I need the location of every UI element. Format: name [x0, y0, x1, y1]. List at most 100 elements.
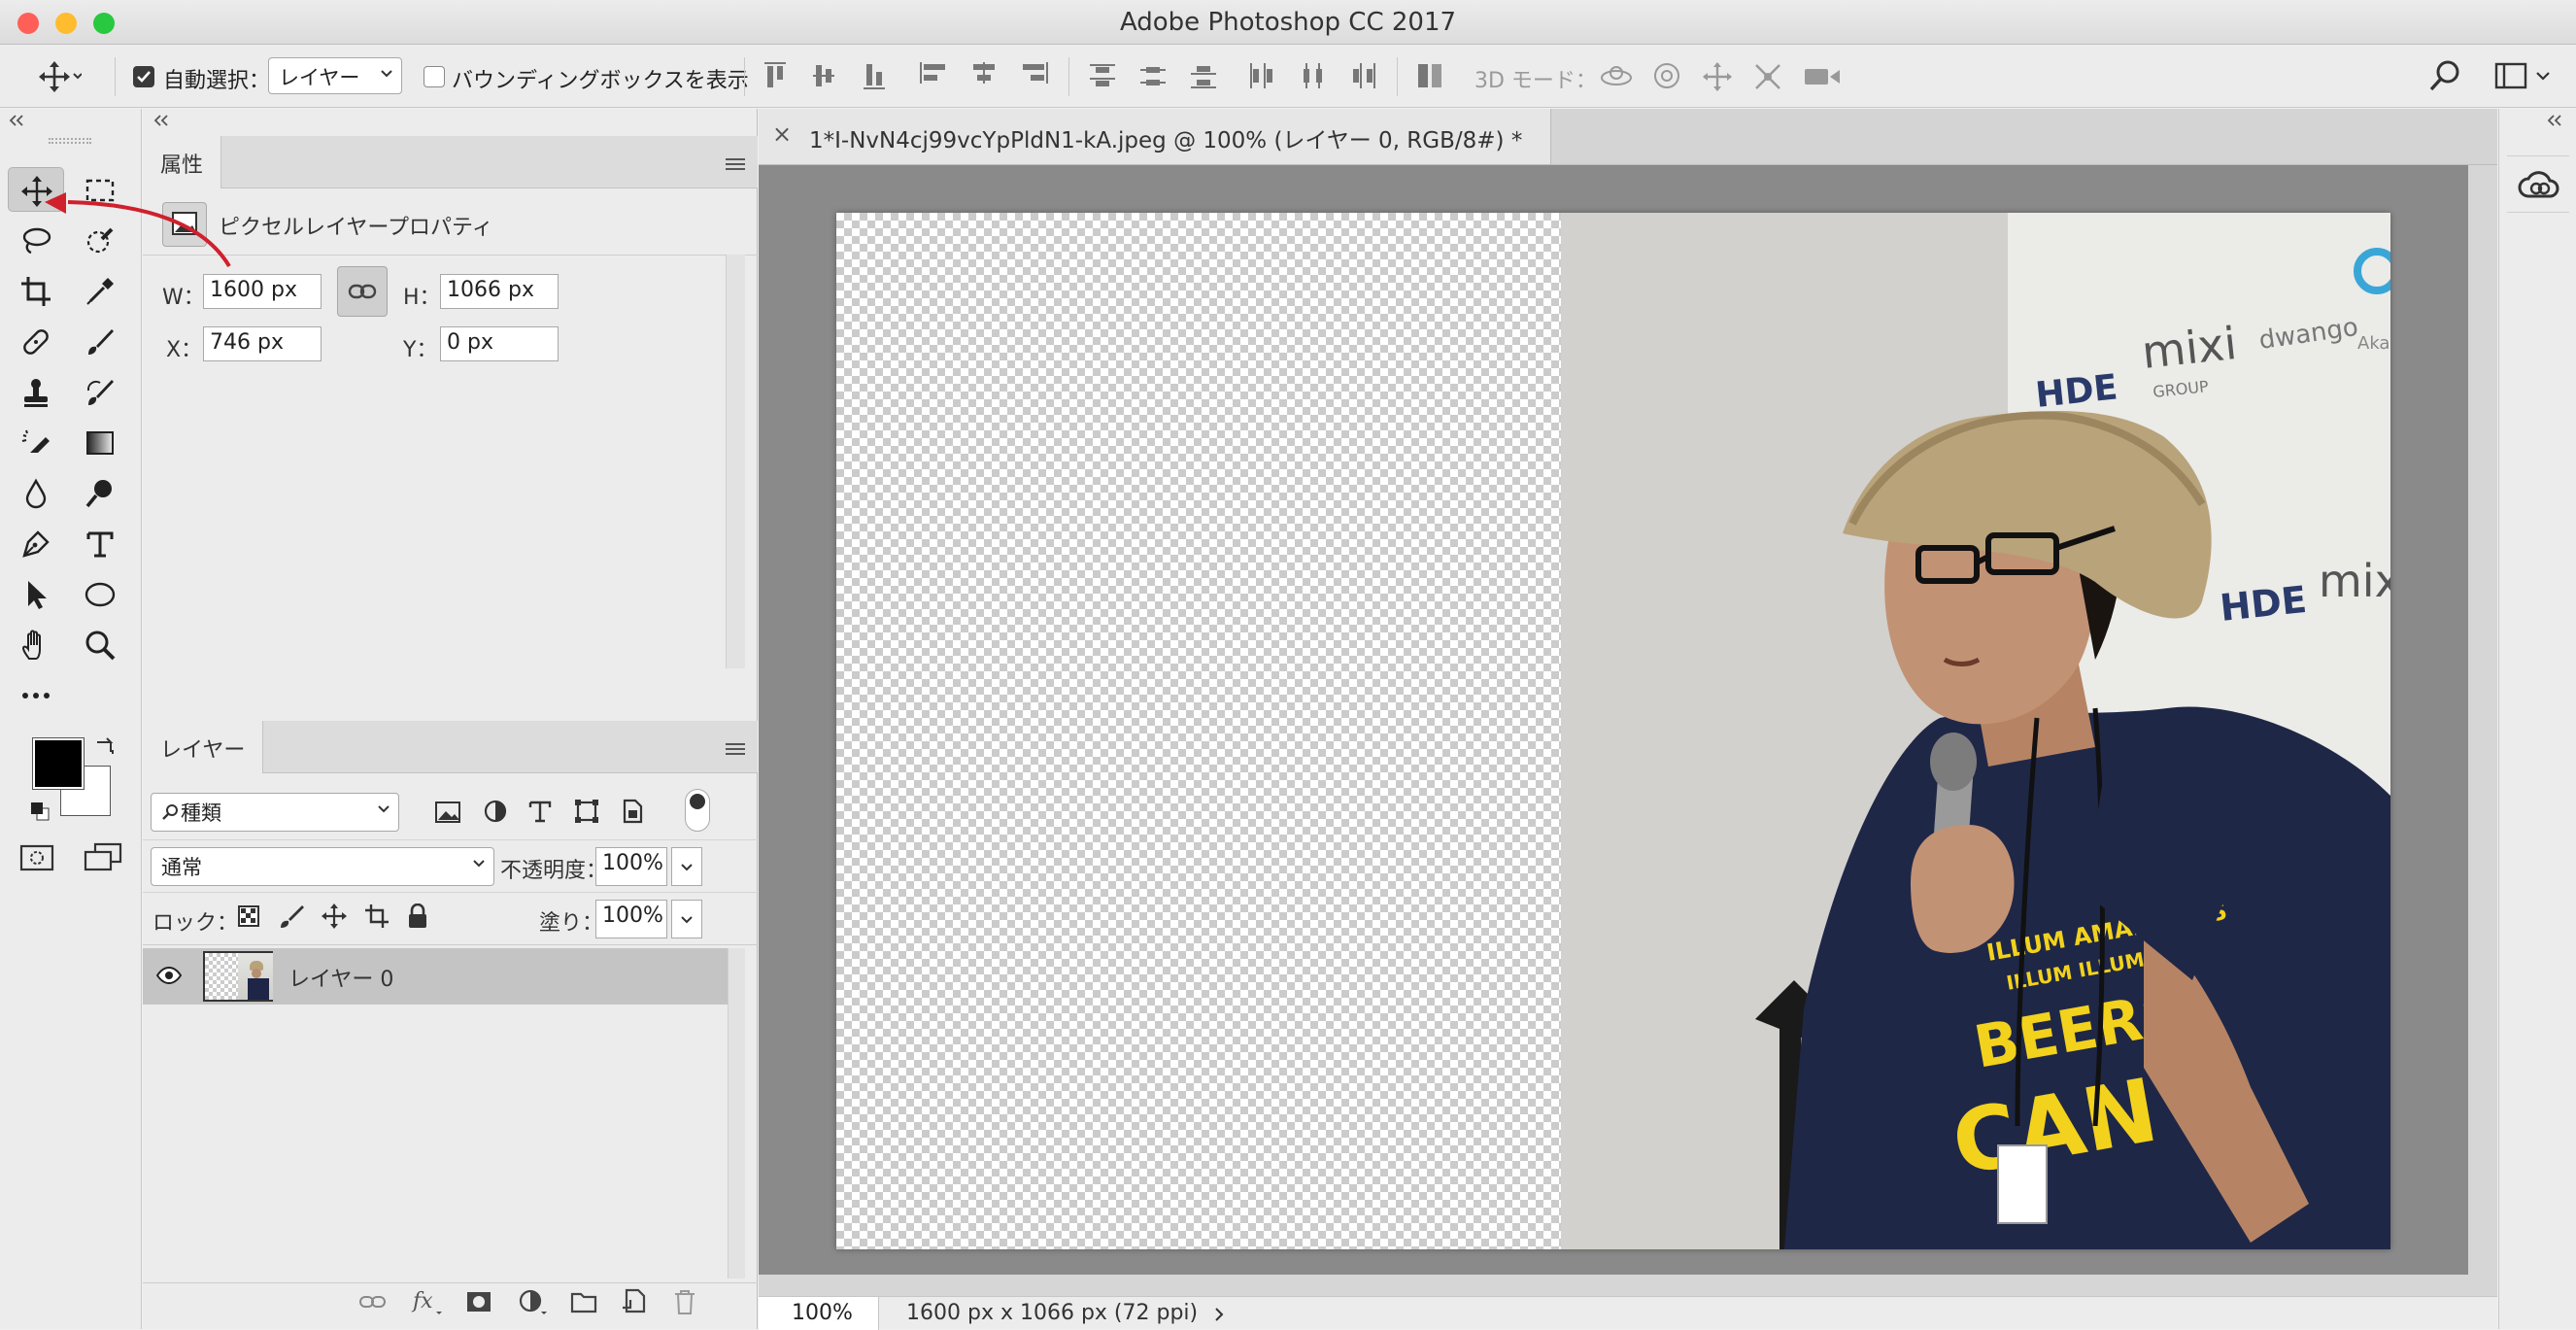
document-title: 1*I-NvN4cj99vcYpPldN1-kA.jpeg @ 100% (レイ… [809, 128, 1523, 153]
align-horizontal-center-icon[interactable] [969, 61, 999, 85]
auto-select-checkbox[interactable] [133, 66, 154, 87]
opacity-dropdown-button[interactable] [671, 847, 702, 886]
3d-pan-icon[interactable] [1702, 61, 1733, 92]
3d-orbit-icon[interactable] [1599, 61, 1634, 90]
distribute-bottom-icon[interactable] [1189, 61, 1218, 90]
document-tab[interactable]: × 1*I-NvN4cj99vcYpPldN1-kA.jpeg @ 100% (… [759, 109, 1551, 165]
link-layers-icon[interactable] [358, 1292, 388, 1312]
layer-row[interactable]: レイヤー 0 [143, 948, 728, 1005]
3d-camera-icon[interactable] [1803, 61, 1842, 90]
document-canvas[interactable]: mixi GROUP dwango HDE HDE mixi Akat Akat… [836, 213, 2390, 1249]
auto-select-target-dropdown[interactable]: レイヤー [268, 57, 402, 94]
3d-roll-icon[interactable] [1651, 61, 1682, 90]
lock-all-icon[interactable] [407, 904, 428, 929]
default-colors-icon[interactable] [29, 801, 51, 822]
panel-grip[interactable] [49, 138, 91, 144]
panel-menu-icon[interactable] [725, 742, 746, 756]
move-tool-preset-icon[interactable] [39, 61, 82, 92]
spot-healing-brush-tool[interactable] [8, 319, 64, 363]
panels-column: 属性 ピクセルレイヤープロパティ W： 1600 px H： 1066 px X… [143, 109, 758, 1329]
x-position-field[interactable]: 746 px [203, 326, 322, 361]
filter-pixel-layers-icon[interactable] [434, 801, 461, 824]
screen-mode-icon[interactable] [84, 841, 122, 872]
opacity-field[interactable]: 100% [595, 847, 667, 886]
hand-tool[interactable] [8, 622, 64, 666]
blur-tool[interactable] [8, 470, 64, 515]
quick-mask-icon[interactable] [19, 843, 54, 872]
align-vertical-center-icon[interactable] [812, 61, 835, 90]
distribute-right-icon[interactable] [1348, 61, 1377, 90]
height-field[interactable]: 1066 px [440, 274, 559, 309]
auto-select-label: 自動選択： [163, 69, 271, 93]
edit-toolbar-button[interactable] [8, 672, 64, 717]
close-document-button[interactable]: × [772, 120, 792, 148]
ellipse-tool[interactable] [72, 571, 128, 616]
blend-mode-value: 通常 [161, 856, 202, 879]
new-adjustment-layer-icon[interactable] [518, 1288, 547, 1315]
delete-layer-icon[interactable] [673, 1288, 696, 1315]
add-layer-mask-icon[interactable] [465, 1290, 492, 1313]
lock-artboard-icon[interactable] [364, 904, 390, 929]
filter-smart-objects-icon[interactable] [621, 799, 644, 824]
pen-tool[interactable] [8, 521, 64, 565]
chevron-right-icon[interactable] [1213, 1307, 1225, 1322]
distribute-horizontal-center-icon[interactable] [1298, 61, 1327, 90]
layers-scrollbar[interactable] [728, 948, 745, 1279]
eye-icon[interactable] [156, 967, 182, 984]
y-position-field[interactable]: 0 px [440, 326, 559, 361]
canvas-vertical-scrollbar[interactable] [2468, 165, 2497, 1296]
tab-properties[interactable]: 属性 [143, 136, 222, 188]
zoom-tool[interactable] [72, 622, 128, 666]
align-bottom-icon[interactable] [863, 61, 886, 90]
collapse-arrows-icon[interactable] [8, 115, 27, 126]
clone-stamp-tool[interactable] [8, 369, 64, 414]
filter-shape-layers-icon[interactable] [574, 799, 599, 824]
lock-position-icon[interactable] [322, 904, 347, 929]
align-right-icon[interactable] [1020, 61, 1049, 85]
fill-field[interactable]: 100% [595, 900, 667, 938]
eraser-tool[interactable] [8, 420, 64, 464]
brush-tool[interactable] [72, 319, 128, 363]
3d-slide-icon[interactable] [1752, 61, 1783, 92]
creative-cloud-libraries-icon[interactable] [2517, 165, 2559, 204]
layer-name[interactable]: レイヤー 0 [288, 962, 393, 993]
workspace-switcher-icon[interactable] [2494, 61, 2557, 90]
zoom-level-field[interactable]: 100% [759, 1297, 879, 1330]
lock-image-pixels-icon[interactable] [279, 904, 304, 929]
search-icon[interactable] [2428, 59, 2461, 92]
filter-adjustment-layers-icon[interactable] [483, 799, 508, 824]
layer-style-fx-icon[interactable]: fx [411, 1288, 442, 1315]
show-bounding-box-checkbox[interactable] [424, 66, 445, 87]
gradient-tool[interactable] [72, 420, 128, 464]
align-left-icon[interactable] [919, 61, 948, 85]
dodge-tool[interactable] [72, 470, 128, 515]
filter-type-layers-icon[interactable] [527, 799, 553, 824]
properties-scrollbar[interactable] [726, 255, 745, 668]
tab-layers[interactable]: レイヤー [143, 721, 264, 773]
backdrop-logo-text: mixi [2319, 555, 2390, 607]
distribute-left-icon[interactable] [1247, 61, 1276, 90]
panel-menu-icon[interactable] [725, 157, 746, 171]
collapse-arrows-icon[interactable] [2546, 115, 2565, 126]
link-dimensions-button[interactable] [337, 266, 388, 317]
path-selection-tool[interactable] [8, 571, 64, 616]
new-group-folder-icon[interactable] [570, 1290, 597, 1313]
lock-transparent-pixels-icon[interactable] [238, 905, 259, 927]
type-tool[interactable] [72, 521, 128, 565]
auto-align-layers-icon[interactable] [1416, 61, 1443, 90]
layer-filter-kind-dropdown[interactable]: 種類 [151, 793, 399, 832]
fill-dropdown-button[interactable] [671, 900, 702, 938]
history-brush-tool[interactable] [72, 369, 128, 414]
foreground-color-swatch[interactable] [32, 737, 85, 790]
collapse-panels-icon[interactable] [153, 115, 172, 126]
distribute-top-icon[interactable] [1088, 61, 1117, 90]
filter-toggle-switch[interactable] [685, 789, 710, 832]
blend-mode-dropdown[interactable]: 通常 [151, 847, 494, 886]
distribute-vertical-center-icon[interactable] [1138, 61, 1168, 90]
swap-colors-icon[interactable] [93, 734, 117, 758]
new-layer-icon[interactable] [621, 1288, 646, 1313]
layer-thumbnail[interactable] [203, 951, 273, 1002]
canvas-horizontal-scrollbar[interactable] [759, 1275, 2468, 1296]
align-top-icon[interactable] [763, 61, 787, 90]
chevron-down-icon [681, 864, 693, 871]
